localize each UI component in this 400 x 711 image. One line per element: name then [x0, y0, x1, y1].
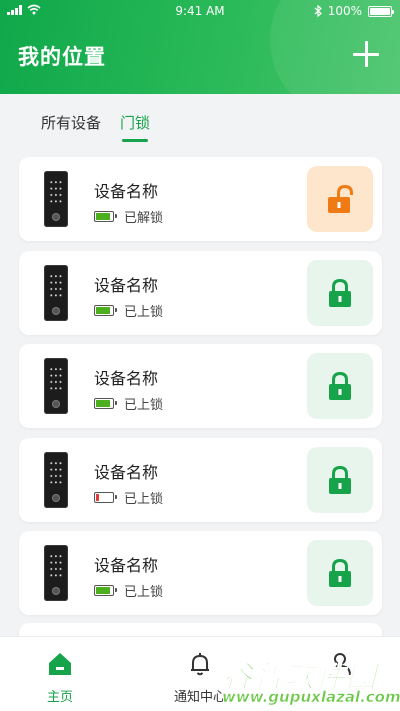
device-status: 已解锁 — [94, 207, 163, 226]
device-card[interactable]: 设备名称 已上锁 — [19, 250, 382, 335]
device-name: 设备名称 — [94, 462, 159, 482]
battery-level-fill — [96, 306, 110, 314]
lock-status-label: 已上锁 — [124, 491, 164, 507]
lock-button[interactable] — [307, 166, 373, 232]
device-card-partial[interactable] — [19, 623, 382, 636]
battery-percent: 100% — [327, 4, 362, 18]
bluetooth-icon — [314, 5, 322, 17]
battery-level-fill — [96, 587, 110, 594]
unlock-button[interactable] — [307, 446, 373, 513]
device-card[interactable]: 设备名称 已上锁 — [19, 531, 382, 615]
door-lock-image — [44, 358, 68, 414]
battery-icon — [94, 398, 117, 409]
device-status: 已上锁 — [94, 301, 163, 320]
lock-status-label: 已解锁 — [124, 211, 164, 226]
status-right: 100% — [314, 4, 394, 18]
device-status: 已上锁 — [94, 394, 163, 413]
door-lock-image — [44, 545, 68, 601]
device-name: 设备名称 — [94, 556, 159, 575]
page-title: 我的位置 — [18, 45, 106, 69]
battery-icon — [94, 211, 117, 222]
tab-all-devices[interactable]: 所有设备 — [41, 112, 101, 133]
device-status: 已上锁 — [94, 581, 163, 600]
battery-level-fill — [96, 213, 110, 220]
add-device-button[interactable] — [352, 40, 380, 68]
device-card[interactable]: 设备名称 已上锁 — [19, 437, 382, 522]
tab-bar: 所有设备 门锁 — [0, 94, 400, 144]
battery-icon — [94, 585, 117, 596]
locked-padlock-icon — [329, 278, 351, 307]
battery-level-fill — [96, 400, 110, 407]
home-icon — [49, 653, 71, 675]
locked-padlock-icon — [329, 371, 351, 400]
locked-padlock-icon — [329, 465, 351, 494]
tab-door-locks[interactable]: 门锁 — [120, 112, 150, 133]
lock-status-label: 已上锁 — [124, 398, 164, 413]
lock-status-label: 已上锁 — [124, 304, 164, 320]
locked-padlock-icon — [329, 558, 351, 587]
door-lock-image — [44, 451, 68, 508]
unlocked-padlock-icon — [328, 184, 353, 213]
device-name: 设备名称 — [94, 182, 159, 201]
device-list: 设备名称 已解锁 设备名称 已上锁 设备名称 已上锁 设备名称 已上锁 设备名称… — [0, 144, 400, 636]
device-status: 已上锁 — [94, 488, 163, 507]
unlock-button[interactable] — [307, 259, 373, 326]
unlock-button[interactable] — [307, 540, 373, 606]
status-bar: 9:41 AM 100% — [0, 0, 400, 22]
nav-home-label: 主页 — [46, 690, 73, 705]
status-battery-icon — [368, 5, 394, 17]
door-lock-image — [44, 264, 68, 321]
device-card[interactable]: 设备名称 已解锁 — [19, 157, 382, 241]
battery-icon — [94, 491, 117, 503]
battery-icon — [94, 304, 117, 316]
lock-status-label: 已上锁 — [124, 585, 164, 600]
app-header: 9:41 AM 100% 我的位置 — [0, 0, 400, 94]
device-card[interactable]: 设备名称 已上锁 — [19, 344, 382, 428]
watermark-url: www.gupuxlazal.com — [222, 688, 400, 707]
watermark-logo: 谷普软件园 www.gupuxlazal.com — [222, 650, 400, 711]
device-name: 设备名称 — [94, 369, 159, 388]
door-lock-image — [44, 171, 68, 227]
unlock-button[interactable] — [307, 353, 373, 419]
nav-home[interactable]: 主页 — [20, 651, 100, 705]
battery-level-fill — [96, 493, 100, 501]
device-name: 设备名称 — [94, 275, 159, 295]
bell-icon — [191, 653, 209, 676]
